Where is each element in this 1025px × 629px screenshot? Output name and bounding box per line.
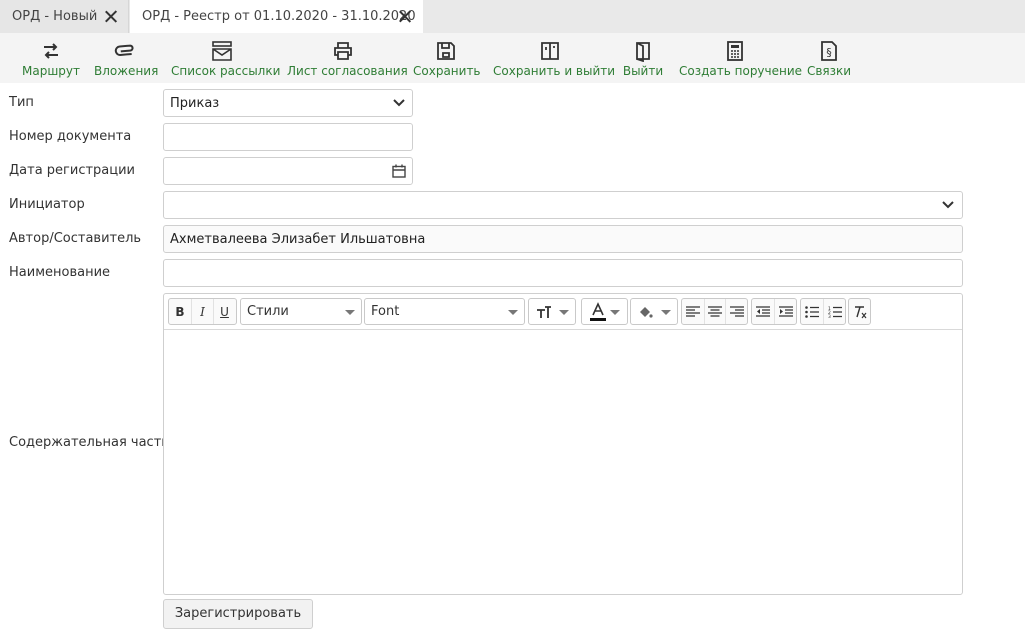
calculator-icon [727, 41, 743, 61]
align-center-icon [707, 305, 722, 317]
clear-format-group [848, 298, 871, 325]
save-exit-icon [541, 42, 559, 60]
route-button[interactable]: Маршрут [22, 33, 80, 83]
name-input[interactable] [163, 259, 963, 287]
doc-number-label: Номер документа [9, 129, 132, 144]
background-color-combo[interactable] [630, 298, 678, 325]
type-select[interactable]: Приказ [163, 89, 413, 117]
type-value: Приказ [170, 96, 220, 111]
font-size-combo[interactable] [528, 298, 576, 325]
italic-button[interactable]: I [191, 299, 213, 324]
tab-bar: ОРД - Новый ОРД - Реестр от 01.10.2020 -… [0, 0, 1025, 33]
route-icon [44, 43, 58, 59]
chevron-down-icon [942, 201, 954, 209]
exit-button[interactable]: Выйти [621, 33, 665, 83]
align-center-button[interactable] [703, 299, 726, 324]
tab-label: ОРД - Новый [12, 9, 98, 24]
document-link-icon: § [821, 41, 837, 61]
editor-body[interactable] [170, 336, 956, 588]
exit-icon [636, 42, 650, 62]
name-label: Наименование [9, 265, 111, 280]
type-label: Тип [9, 95, 34, 110]
styles-combo[interactable]: Стили [240, 298, 362, 325]
numbered-list-icon: 123 [828, 306, 842, 318]
bold-button[interactable]: B [169, 299, 191, 324]
text-color-icon [590, 302, 606, 321]
list-group: 123 [800, 298, 846, 325]
clear-formatting-icon [854, 305, 866, 318]
align-left-button[interactable] [682, 299, 704, 324]
dropdown-arrow-icon [345, 310, 355, 315]
register-button[interactable]: Зарегистрировать [163, 599, 313, 629]
mail-list-icon [212, 41, 232, 61]
print-icon [334, 42, 352, 60]
calendar-icon[interactable] [392, 164, 406, 178]
doc-number-input[interactable] [163, 123, 413, 151]
tab-label: ОРД - Реестр от 01.10.2020 - 31.10.2020 [142, 9, 416, 24]
initiator-label: Инициатор [9, 197, 85, 212]
reg-date-label: Дата регистрации [9, 163, 136, 178]
dropdown-arrow-icon [508, 310, 518, 315]
attachments-button[interactable]: Вложения [94, 33, 158, 83]
dropdown-arrow-icon [559, 310, 569, 315]
author-value: Ахметвалеева Элизабет Ильшатовна [170, 232, 426, 247]
dropdown-arrow-icon [661, 310, 671, 315]
outdent-button[interactable] [752, 299, 774, 324]
indent-button[interactable] [774, 299, 796, 324]
paperclip-icon [114, 44, 134, 56]
close-icon[interactable] [399, 10, 412, 23]
author-label: Автор/Составитель [9, 231, 142, 246]
links-button[interactable]: § Связки [805, 33, 853, 83]
indent-group [751, 298, 797, 325]
tab-ord-new[interactable]: ОРД - Новый [0, 0, 129, 33]
format-group: B I U [168, 298, 237, 325]
mailing-list-button[interactable]: Список рассылки [171, 33, 280, 83]
svg-text:§: § [826, 46, 832, 59]
underline-button[interactable]: U [213, 299, 235, 324]
save-button[interactable]: Сохранить [413, 33, 481, 83]
paint-bucket-icon [640, 307, 653, 318]
align-right-icon [729, 305, 744, 317]
dropdown-arrow-icon [610, 310, 620, 315]
content-label: Содержательная часть [9, 435, 169, 450]
tab-ord-registry[interactable]: ОРД - Реестр от 01.10.2020 - 31.10.2020 [130, 0, 423, 33]
chevron-down-icon [393, 99, 405, 107]
numbered-list-button[interactable]: 123 [823, 299, 845, 324]
author-field: Ахметвалеева Элизабет Ильшатовна [163, 225, 963, 253]
toolbar: Маршрут Вложения Список рассылки Лист со… [0, 33, 1025, 83]
clear-formatting-button[interactable] [849, 299, 870, 324]
align-right-button[interactable] [725, 299, 747, 324]
bulleted-list-icon [805, 305, 819, 318]
initiator-select[interactable] [163, 191, 963, 219]
create-assignment-button[interactable]: Создать поручение [679, 33, 802, 83]
approval-sheet-button[interactable]: Лист согласования [287, 33, 408, 83]
close-icon[interactable] [105, 10, 118, 23]
editor-toolbar: B I U Стили Font 1 2 3 [164, 294, 962, 330]
align-group [681, 298, 748, 325]
font-size-icon [537, 306, 551, 318]
indent-icon [778, 305, 793, 317]
reg-date-input[interactable] [163, 157, 413, 185]
save-and-exit-button[interactable]: Сохранить и выйти [493, 33, 615, 83]
font-combo[interactable]: Font [364, 298, 525, 325]
bulleted-list-button[interactable] [801, 299, 823, 324]
content-editor: B I U Стили Font 1 2 3 [163, 293, 963, 595]
text-color-combo[interactable] [581, 298, 628, 325]
save-icon [437, 42, 455, 60]
align-left-icon [685, 305, 700, 317]
outdent-icon [756, 305, 770, 317]
svg-text:3: 3 [828, 314, 831, 318]
